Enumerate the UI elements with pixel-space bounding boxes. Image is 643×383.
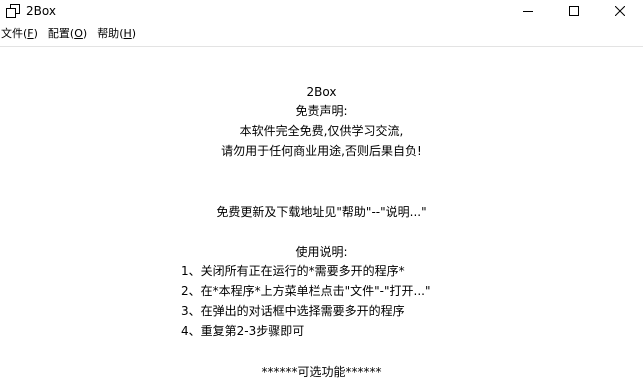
minimize-icon	[523, 11, 533, 12]
minimize-button[interactable]	[505, 0, 551, 22]
update-note: 免费更新及下载地址见"帮助"--"说明..."	[216, 205, 427, 219]
close-button[interactable]	[597, 0, 643, 22]
window-title: 2Box	[26, 4, 56, 18]
menu-divider	[0, 46, 643, 47]
usage-step-4: 4、重复第2-3步骤即可	[181, 324, 305, 338]
maximize-icon	[569, 6, 579, 16]
app-window: 2Box 文件(F) 配置(O) 帮助(H) 2Box 免责声明: 本软件完全免…	[0, 0, 643, 383]
usage-step-1: 1、关闭所有正在运行的*需要多开的程序*	[181, 264, 405, 278]
usage-step-2: 2、在*本程序*上方菜单栏点击"文件"-"打开..."	[181, 284, 431, 298]
menu-help[interactable]: 帮助(H)	[94, 24, 140, 44]
optional-features-title: ******可选功能******	[261, 365, 382, 379]
menu-bar: 文件(F) 配置(O) 帮助(H)	[0, 24, 643, 44]
usage-step-3: 3、在弹出的对话框中选择需要多开的程序	[181, 304, 405, 318]
menu-config[interactable]: 配置(O)	[45, 24, 91, 44]
title-bar[interactable]: 2Box	[0, 0, 643, 22]
menu-help-accelerator: H	[123, 27, 132, 40]
menu-file[interactable]: 文件(F)	[0, 24, 42, 44]
disclaimer-title: 免责声明:	[295, 104, 348, 118]
menu-help-label: 帮助	[97, 27, 120, 40]
menu-file-paren-close: )	[33, 27, 38, 40]
maximize-button[interactable]	[551, 0, 597, 22]
menu-help-paren-close: )	[131, 27, 137, 40]
main-text-area: 2Box 免责声明: 本软件完全免费,仅供学习交流, 请勿用于任何商业用途,否则…	[0, 48, 643, 383]
close-icon	[615, 6, 625, 16]
app-name-text: 2Box	[306, 85, 337, 99]
app-window-icon	[5, 3, 21, 19]
menu-file-label: 文件	[1, 27, 23, 40]
menu-config-accelerator: O	[74, 27, 83, 40]
disclaimer-line-1: 本软件完全免费,仅供学习交流,	[239, 124, 404, 138]
disclaimer-line-2: 请勿用于任何商业用途,否则后果自负!	[221, 144, 422, 158]
menu-config-label: 配置	[47, 27, 70, 40]
menu-config-paren-close: )	[82, 27, 88, 40]
usage-title: 使用说明:	[295, 245, 348, 259]
